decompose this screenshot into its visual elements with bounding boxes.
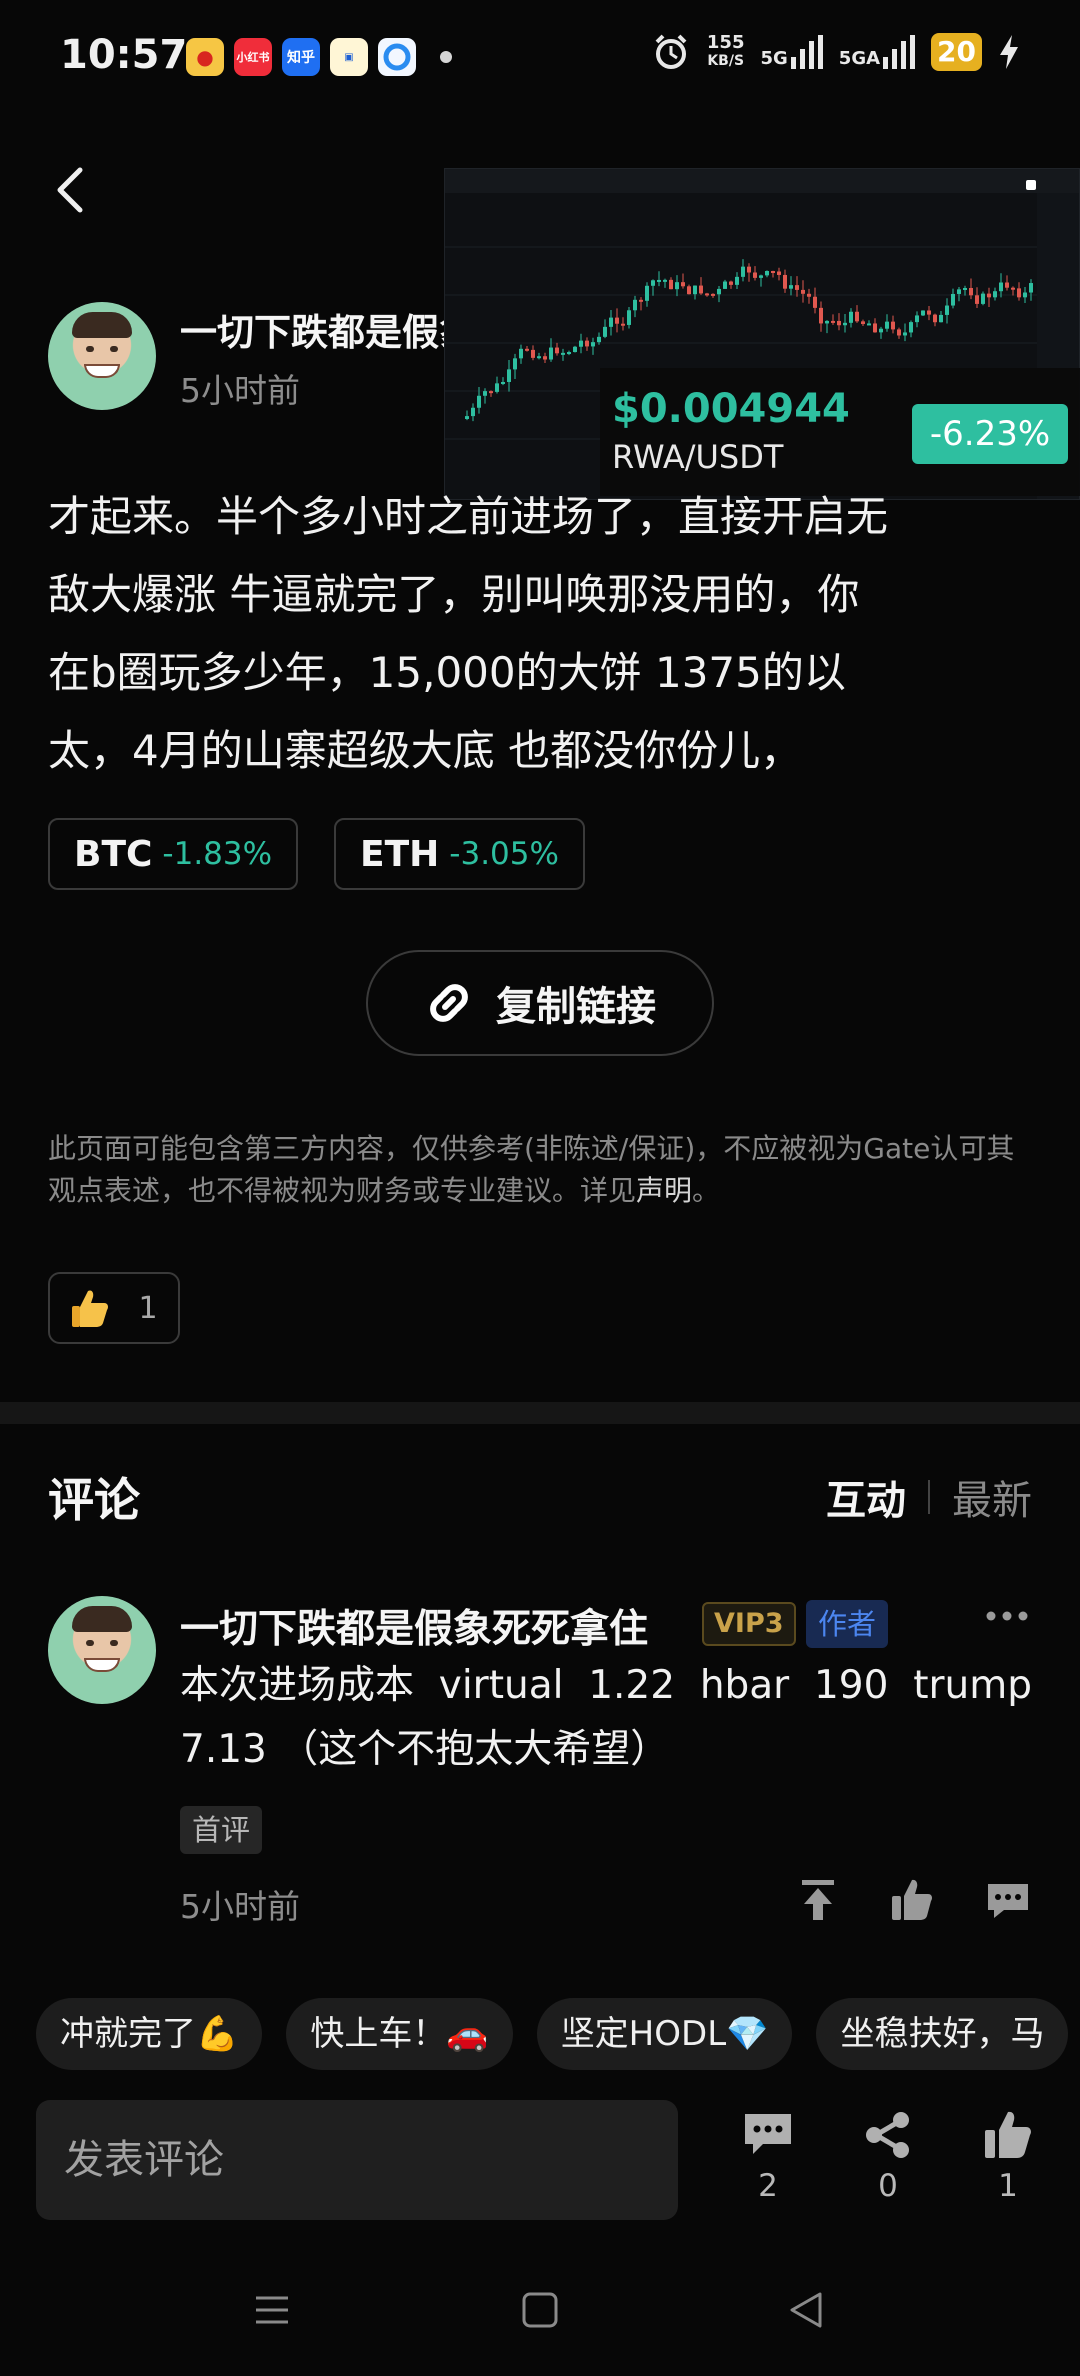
signal-5ga: 5GA — [839, 35, 916, 69]
comment-count: 2 — [758, 2168, 778, 2204]
section-divider — [0, 1402, 1080, 1424]
coin-chip-eth[interactable]: ETH -3.05% — [334, 818, 585, 890]
reply-icon[interactable] — [984, 1876, 1032, 1924]
share-button[interactable]: 0 — [848, 2110, 928, 2204]
post-time: 5小时前 — [180, 371, 300, 410]
post-body-line: 敌大爆涨 牛逼就完了，别叫唤那没用的，你 — [48, 570, 860, 619]
coin-change: -1.83% — [162, 836, 273, 872]
coin-change: -3.05% — [449, 836, 559, 872]
author-badge: 作者 — [806, 1600, 889, 1648]
quick-reply-chip[interactable]: 坚定HODL💎 — [536, 1998, 793, 2070]
avatar[interactable] — [48, 302, 156, 410]
comment-avatar[interactable] — [48, 1596, 156, 1704]
post-like-button[interactable]: 1 — [48, 1272, 180, 1344]
link-icon — [430, 984, 468, 1022]
comment-bubble-icon — [745, 2114, 791, 2154]
quick-reply-row: 冲就完了💪 快上车！🚗 坚定HODL💎 坐稳扶好，马 — [36, 1998, 1069, 2070]
thumbs-up-emoji-icon — [72, 1290, 109, 1327]
more-options-icon[interactable] — [984, 1608, 1030, 1624]
comment-sort-tabs: 互动 最新 — [826, 1468, 1032, 1526]
copy-link-button[interactable]: 复制链接 — [366, 950, 714, 1056]
weibo-icon: ● — [186, 38, 224, 76]
coin-name: ETH — [360, 833, 440, 875]
trading-pair: RWA/USDT — [612, 438, 784, 476]
tab-interactive[interactable]: 互动 — [826, 1468, 906, 1526]
disclaimer-link[interactable]: 声明 — [636, 1174, 692, 1207]
post-body-line: 在b圈玩多少年，15,000的大饼 1375的以 — [48, 648, 846, 697]
tab-latest[interactable]: 最新 — [952, 1468, 1032, 1526]
comment-input[interactable]: 发表评论 — [36, 2100, 678, 2220]
status-time: 10:57 — [60, 32, 188, 78]
comment-author-name[interactable]: 一切下跌都是假象死死拿住 — [180, 1598, 648, 1654]
comment-time: 5小时前 — [180, 1887, 300, 1926]
comment-text-line: 本次进场成本 virtual 1.22 hbar 190 trump — [180, 1663, 1032, 1708]
browser-icon — [378, 38, 416, 76]
comment-like-icon[interactable] — [888, 1876, 936, 1924]
notification-icons: ● 小红书 知乎 ▣ — [186, 38, 452, 76]
like-count: 1 — [138, 1290, 158, 1326]
post-body-line: 才起来。半个多小时之前进场了，直接开启无 — [48, 492, 889, 541]
tab-separator — [928, 1480, 930, 1514]
quick-reply-chip[interactable]: 冲就完了💪 — [36, 1998, 263, 2070]
battery-indicator: 20 — [931, 33, 982, 71]
comment-text-line: 7.13 （这个不抱太大希望） — [180, 1727, 670, 1772]
signal-5g: 5G — [760, 35, 823, 69]
comments-count-button[interactable]: 2 — [728, 2110, 808, 2204]
disclaimer-text: 此页面可能包含第三方内容，仅供参考(非陈述/保证)，不应被视为Gate认可其观点… — [48, 1132, 1015, 1207]
like-button[interactable]: 1 — [968, 2110, 1048, 2204]
coin-name: BTC — [74, 833, 153, 875]
network-speed: 155 KB/S — [706, 32, 745, 69]
comment-text: 本次进场成本 virtual 1.22 hbar 190 trump 7.13 … — [180, 1654, 1032, 1782]
more-notifications-icon — [440, 51, 452, 63]
back-arrow-icon[interactable] — [52, 164, 88, 216]
post-body: 才起来。半个多小时之前进场了，直接开启无 敌大爆涨 牛逼就完了，别叫唤那没用的，… — [48, 478, 1038, 790]
vip-badge: VIP3 — [702, 1602, 796, 1646]
share-icon — [866, 2112, 909, 2158]
post-body-line: 太，4月的山寨超级大底 也都没你份儿， — [48, 726, 803, 775]
signal-bars-icon — [883, 35, 916, 69]
pin-to-top-icon[interactable] — [794, 1876, 842, 1924]
back-nav-icon[interactable] — [786, 2290, 826, 2330]
coin-chip-btc[interactable]: BTC -1.83% — [48, 818, 299, 890]
first-comment-tag: 首评 — [180, 1806, 263, 1854]
like-count-bottom: 1 — [998, 2168, 1018, 2204]
comments-title: 评论 — [48, 1473, 140, 1527]
alarm-icon — [655, 34, 687, 69]
thumbs-up-icon — [985, 2111, 1031, 2158]
menu-nav-icon[interactable] — [252, 2290, 292, 2330]
copy-link-label: 复制链接 — [496, 984, 656, 1030]
price-change-badge: -6.23% — [912, 404, 1068, 464]
xiaohongshu-icon: 小红书 — [234, 38, 272, 76]
price-value: $0.004944 — [612, 386, 850, 432]
bank-app-icon: ▣ — [330, 38, 368, 76]
quick-reply-chip[interactable]: 快上车！🚗 — [286, 1998, 513, 2070]
overlay-close-icon[interactable] — [1026, 180, 1036, 190]
status-bar: 10:57 ● 小红书 知乎 ▣ 155 KB/S 5G 5GA 20 — [0, 0, 1080, 120]
zhihu-icon: 知乎 — [282, 38, 320, 76]
signal-bars-icon — [790, 35, 823, 69]
status-indicators: 155 KB/S 5G 5GA 20 — [651, 32, 1020, 72]
home-nav-icon[interactable] — [520, 2290, 560, 2330]
quick-reply-chip[interactable]: 坐稳扶好，马 — [816, 1998, 1069, 2070]
price-card[interactable]: $0.004944 RWA/USDT -6.23% — [600, 368, 1080, 496]
share-count: 0 — [878, 2168, 898, 2204]
charging-icon — [1000, 35, 1018, 69]
